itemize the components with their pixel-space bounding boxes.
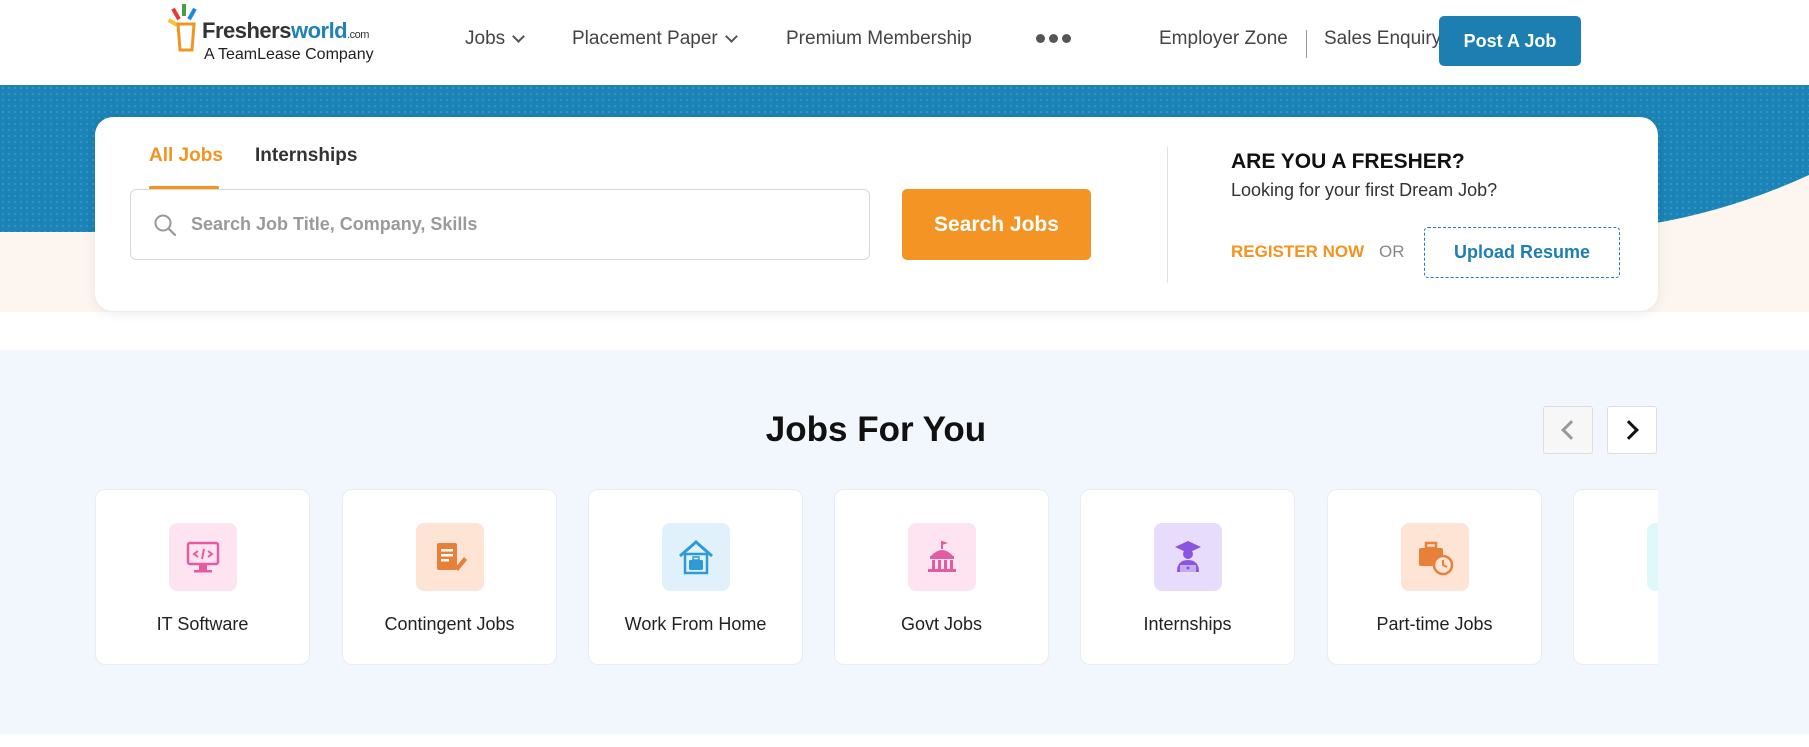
category-card[interactable]: Contingent Jobs <box>342 489 557 665</box>
category-label: Govt Jobs <box>900 614 983 634</box>
logo-burst-icon <box>168 4 197 52</box>
search-jobs-button[interactable]: Search Jobs <box>902 189 1091 260</box>
freshersworld-logo[interactable]: Freshersworld.com A TeamLease Company <box>168 4 388 68</box>
search-icon <box>154 214 177 236</box>
logo-wordmark: Freshersworld.com <box>202 18 369 43</box>
section-title: Jobs For You <box>765 410 987 449</box>
carousel-next-button[interactable] <box>1607 406 1657 454</box>
chevron-down-icon <box>724 29 738 43</box>
category-label: Part-time Jobs <box>1376 614 1493 634</box>
more-dots-icon[interactable] <box>1036 34 1071 43</box>
nav-sales-enquiry-label: Sales Enquiry <box>1324 28 1442 49</box>
category-label: IT Software <box>156 614 249 634</box>
home-briefcase-icon <box>662 523 730 591</box>
logo-tagline: A TeamLease Company <box>204 46 374 63</box>
nav-premium-membership[interactable]: Premium Membership <box>786 28 972 50</box>
post-job-button[interactable]: Post A Job <box>1439 16 1581 66</box>
search-input[interactable] <box>191 214 831 235</box>
search-box[interactable] <box>130 189 870 260</box>
category-card[interactable]: Wal <box>1573 489 1658 665</box>
nav-jobs[interactable]: Jobs <box>465 28 526 50</box>
walk-in-icon <box>1647 523 1658 591</box>
category-card[interactable]: Govt Jobs <box>834 489 1049 665</box>
category-card[interactable]: Part-time Jobs <box>1327 489 1542 665</box>
category-card[interactable]: IT Software <box>95 489 310 665</box>
government-building-icon <box>908 523 976 591</box>
category-label: Work From Home <box>624 614 767 634</box>
nav-sales-enquiry[interactable]: Sales Enquiry <box>1324 28 1441 50</box>
computer-code-icon <box>169 523 237 591</box>
fresher-heading: ARE YOU A FRESHER? <box>1231 150 1465 173</box>
tab-all-jobs[interactable]: All Jobs <box>149 145 223 167</box>
document-edit-icon <box>416 523 484 591</box>
site-header: Freshersworld.com A TeamLease Company Jo… <box>0 0 1809 85</box>
or-separator: OR <box>1379 242 1405 261</box>
category-carousel: IT Software Contingent Jobs Work From Home… <box>95 489 1658 667</box>
upload-resume-button[interactable]: Upload Resume <box>1424 227 1620 278</box>
briefcase-clock-icon <box>1401 523 1469 591</box>
category-card[interactable]: Work From Home <box>588 489 803 665</box>
jobs-for-you-section: Jobs For You IT Software Contingent Jobs W… <box>0 350 1809 734</box>
card-divider <box>1167 147 1168 283</box>
category-card[interactable]: Internships <box>1080 489 1295 665</box>
nav-divider <box>1306 30 1307 58</box>
nav-jobs-label: Jobs <box>465 28 506 49</box>
chevron-right-icon <box>1619 420 1639 440</box>
category-label: Wal <box>1574 614 1658 635</box>
chevron-down-icon <box>512 29 526 43</box>
category-label: Contingent Jobs <box>384 614 515 634</box>
graduate-laptop-icon <box>1154 523 1222 591</box>
nav-placement-paper-label: Placement Paper <box>572 28 718 49</box>
nav-employer-zone-label: Employer Zone <box>1159 28 1288 49</box>
carousel-prev-button[interactable] <box>1543 406 1593 454</box>
job-search-card: All Jobs Internships Search Jobs ARE YOU… <box>95 117 1658 311</box>
register-now-link[interactable]: REGISTER NOW <box>1231 242 1364 262</box>
tab-internships[interactable]: Internships <box>255 145 357 167</box>
nav-placement-paper[interactable]: Placement Paper <box>572 28 738 50</box>
nav-premium-label: Premium Membership <box>786 28 972 49</box>
category-label: Internships <box>1143 614 1232 634</box>
nav-employer-zone[interactable]: Employer Zone <box>1159 28 1288 50</box>
fresher-subheading: Looking for your first Dream Job? <box>1231 180 1498 200</box>
chevron-left-icon <box>1561 420 1581 440</box>
